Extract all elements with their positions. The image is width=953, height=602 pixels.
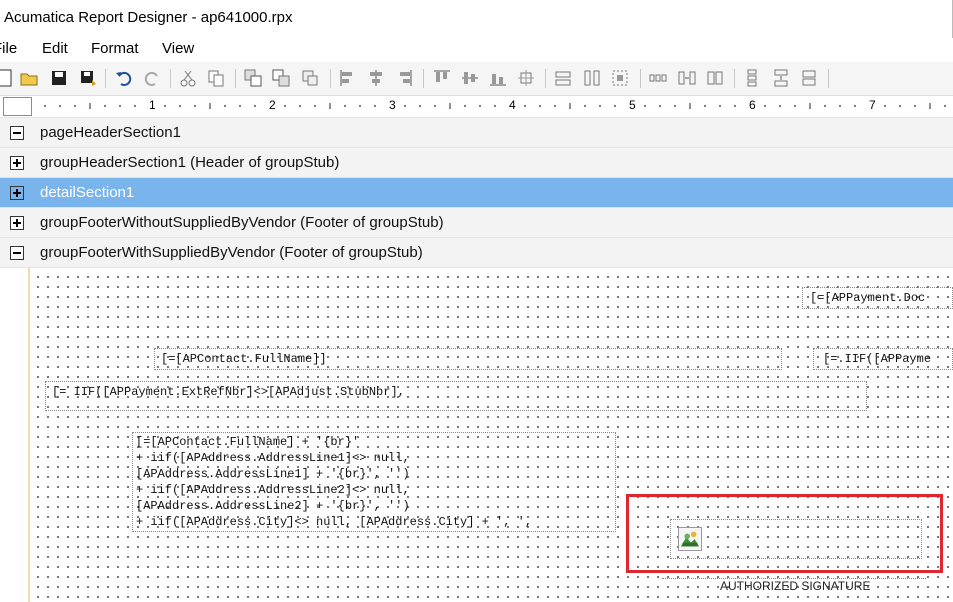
menu-bar: File Edit Format View bbox=[0, 38, 953, 61]
horizontal-ruler: 1 2 3 4 5 6 7 bbox=[0, 96, 953, 118]
group-icon[interactable] bbox=[300, 68, 320, 88]
section-label: pageHeaderSection1 bbox=[40, 124, 181, 141]
ruler-mark-4: 4 bbox=[509, 98, 516, 112]
menu-view[interactable]: View bbox=[162, 40, 194, 57]
menu-edit[interactable]: Edit bbox=[42, 40, 68, 57]
align-center-icon[interactable] bbox=[366, 68, 386, 88]
save-all-icon[interactable] bbox=[78, 68, 98, 88]
align-right-icon[interactable] bbox=[394, 68, 414, 88]
copy-icon[interactable] bbox=[206, 68, 226, 88]
toolbar bbox=[0, 62, 953, 96]
ruler-mark-5: 5 bbox=[629, 98, 636, 112]
address-line-4: + iif([APAddress.AddressLine2]<> null, bbox=[136, 483, 410, 497]
send-back-icon[interactable] bbox=[271, 68, 291, 88]
collapse-icon[interactable] bbox=[10, 126, 24, 140]
section-group-footer-without[interactable]: groupFooterWithoutSuppliedByVendor (Foot… bbox=[0, 208, 953, 238]
ruler-mark-1: 1 bbox=[149, 98, 156, 112]
field-ext-ref-text: [= IIF([APPayment.ExtRefNbr]<>[APAdjust.… bbox=[52, 385, 405, 399]
decrease-h-spacing-icon[interactable] bbox=[705, 68, 725, 88]
same-height-icon[interactable] bbox=[582, 68, 602, 88]
same-width-icon[interactable] bbox=[553, 68, 573, 88]
signature-label-box[interactable]: AUTHORIZED SIGNATURE bbox=[662, 578, 926, 598]
expand-icon[interactable] bbox=[10, 216, 24, 230]
signature-label: AUTHORIZED SIGNATURE bbox=[720, 579, 871, 593]
section-detail[interactable]: detailSection1 bbox=[0, 178, 953, 208]
vertical-spacing-icon[interactable] bbox=[742, 68, 762, 88]
section-group-footer-with[interactable]: groupFooterWithSuppliedByVendor (Footer … bbox=[0, 238, 953, 268]
field-contact-name-text: [=[APContact.FullName]] bbox=[161, 352, 327, 366]
field-iif-payment-text: [=.IIF([APPayme bbox=[823, 352, 932, 366]
align-left-icon[interactable] bbox=[338, 68, 358, 88]
section-label: groupFooterWithSuppliedByVendor (Footer … bbox=[40, 244, 423, 261]
highlight-box bbox=[626, 494, 943, 573]
decrease-v-spacing-icon[interactable] bbox=[799, 68, 819, 88]
section-group-header[interactable]: groupHeaderSection1 (Header of groupStub… bbox=[0, 148, 953, 178]
address-line-6: + iif([APAddress.City]<> null, [APAddres… bbox=[136, 515, 533, 529]
title-bar: Acumatica Report Designer - ap641000.rpx bbox=[0, 0, 953, 38]
open-folder-icon[interactable] bbox=[19, 68, 39, 88]
window-title: Acumatica Report Designer - ap641000.rpx bbox=[4, 9, 293, 26]
cut-icon[interactable] bbox=[178, 68, 198, 88]
ruler-mark-7: 7 bbox=[869, 98, 876, 112]
undo-icon[interactable] bbox=[114, 68, 134, 88]
align-bottom-icon[interactable] bbox=[488, 68, 508, 88]
redo-icon[interactable] bbox=[142, 68, 162, 88]
menu-file[interactable]: File bbox=[0, 40, 17, 57]
horizontal-spacing-icon[interactable] bbox=[648, 68, 668, 88]
expand-icon[interactable] bbox=[10, 186, 24, 200]
collapse-icon[interactable] bbox=[10, 246, 24, 260]
ruler-ticks bbox=[44, 103, 946, 109]
field-payment-doc-text: [=[APPayment.Doc bbox=[810, 291, 926, 305]
align-middle-icon[interactable] bbox=[460, 68, 480, 88]
new-icon[interactable] bbox=[0, 68, 15, 88]
save-icon[interactable] bbox=[49, 68, 69, 88]
ruler-mark-6: 6 bbox=[749, 98, 756, 112]
bring-front-icon[interactable] bbox=[243, 68, 263, 88]
address-line-5: [APAddress.AddressLine2] + '{br}', '') bbox=[136, 499, 410, 513]
address-line-3: [APAddress.AddressLine1] + '{br}', '') bbox=[136, 467, 410, 481]
increase-v-spacing-icon[interactable] bbox=[771, 68, 791, 88]
ruler-mark-3: 3 bbox=[389, 98, 396, 112]
section-label: detailSection1 bbox=[40, 184, 135, 201]
section-label: groupFooterWithoutSuppliedByVendor (Foot… bbox=[40, 214, 444, 231]
menu-format[interactable]: Format bbox=[91, 40, 139, 57]
align-top-icon[interactable] bbox=[432, 68, 452, 88]
expand-icon[interactable] bbox=[10, 156, 24, 170]
section-label: groupHeaderSection1 (Header of groupStub… bbox=[40, 154, 340, 171]
increase-h-spacing-icon[interactable] bbox=[677, 68, 697, 88]
section-gutter bbox=[0, 268, 30, 602]
address-line-1: [=[APContact.FullName] + '{br}' bbox=[136, 435, 360, 449]
align-grid-icon[interactable] bbox=[516, 68, 536, 88]
same-size-icon[interactable] bbox=[610, 68, 630, 88]
address-line-2: + iif([APAddress.AddressLine1]<> null, bbox=[136, 451, 410, 465]
section-page-header[interactable]: pageHeaderSection1 bbox=[0, 118, 953, 148]
ruler-mark-2: 2 bbox=[269, 98, 276, 112]
